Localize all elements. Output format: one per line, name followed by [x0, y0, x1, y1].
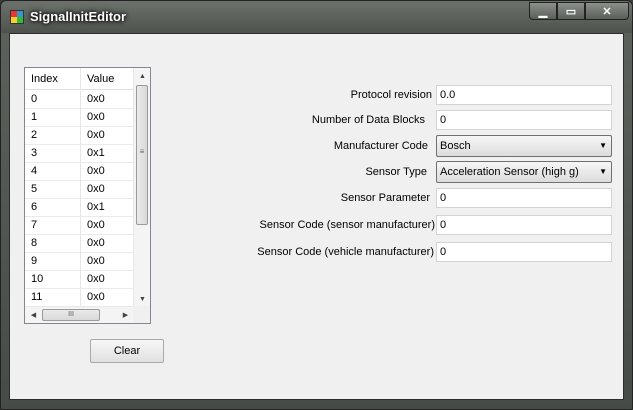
cell-value[interactable]: 0x0 [81, 109, 134, 126]
table-row[interactable]: 6 0x1 [25, 199, 134, 217]
chevron-down-icon[interactable]: ▼ [599, 136, 607, 156]
cell-value[interactable]: 0x0 [81, 289, 134, 306]
cell-index[interactable]: 10 [25, 271, 81, 288]
manufacturer-code-value: Bosch [440, 140, 471, 152]
scrollbar-corner [133, 306, 150, 323]
sensor-code-vehicle-field[interactable]: 0 [436, 242, 612, 262]
close-icon: ✕ [602, 5, 612, 18]
maximize-icon: ▭ [565, 5, 577, 18]
cell-value[interactable]: 0x0 [81, 235, 134, 252]
protocol-revision-label: Protocol revision [350, 89, 432, 101]
cell-index[interactable]: 3 [25, 145, 81, 162]
sensor-code-sensor-label: Sensor Code (sensor manufacturer) [259, 219, 435, 231]
table-row[interactable]: 10 0x0 [25, 271, 134, 289]
horizontal-scrollbar[interactable]: ◀ III ▶ [25, 306, 134, 323]
cell-index[interactable]: 5 [25, 181, 81, 198]
num-data-blocks-field[interactable]: 0 [436, 110, 612, 130]
cell-index[interactable]: 0 [25, 91, 81, 108]
main-window: SignalInitEditor ▁ ▭ ✕ Index Value 0 0x0 … [0, 0, 633, 410]
table-row[interactable]: 2 0x0 [25, 127, 134, 145]
sensor-type-label: Sensor Type [365, 166, 427, 178]
scroll-up-icon[interactable]: ▲ [134, 68, 150, 85]
horizontal-scroll-thumb[interactable]: III [42, 309, 100, 321]
maximize-button[interactable]: ▭ [557, 2, 585, 20]
table-row[interactable]: 8 0x0 [25, 235, 134, 253]
cell-index[interactable]: 4 [25, 163, 81, 180]
cell-value[interactable]: 0x0 [81, 91, 134, 108]
sensor-parameter-label: Sensor Parameter [340, 192, 430, 204]
cell-value[interactable]: 0x1 [81, 199, 134, 216]
cell-value[interactable]: 0x0 [81, 217, 134, 234]
sensor-type-value: Acceleration Sensor (high g) [440, 166, 579, 178]
cell-index[interactable]: 9 [25, 253, 81, 270]
chevron-down-icon[interactable]: ▼ [599, 162, 607, 182]
scroll-left-icon[interactable]: ◀ [25, 307, 42, 323]
client-area: Index Value 0 0x0 1 0x0 2 0x0 3 0x1 4 0x0 5 0x… [9, 33, 624, 400]
table-row[interactable]: 11 0x0 [25, 289, 134, 307]
cell-value[interactable]: 0x0 [81, 181, 134, 198]
manufacturer-code-select[interactable]: Bosch ▼ [436, 135, 612, 157]
protocol-revision-field[interactable]: 0.0 [436, 85, 612, 105]
cell-index[interactable]: 6 [25, 199, 81, 216]
cell-index[interactable]: 11 [25, 289, 81, 306]
grid-rows: 0 0x0 1 0x0 2 0x0 3 0x1 4 0x0 5 0x0 6 0x1 7 0x0 … [25, 91, 134, 307]
window-title: SignalInitEditor [30, 9, 127, 24]
sensor-code-sensor-field[interactable]: 0 [436, 215, 612, 235]
table-row[interactable]: 1 0x0 [25, 109, 134, 127]
cell-index[interactable]: 2 [25, 127, 81, 144]
num-data-blocks-label: Number of Data Blocks [311, 114, 425, 126]
table-row[interactable]: 4 0x0 [25, 163, 134, 181]
caption-buttons: ▁ ▭ ✕ [529, 2, 629, 22]
cell-index[interactable]: 7 [25, 217, 81, 234]
table-row[interactable]: 0 0x0 [25, 91, 134, 109]
cell-value[interactable]: 0x0 [81, 253, 134, 270]
header-index[interactable]: Index [25, 68, 81, 90]
scroll-grip-icon: ≡ [139, 147, 145, 156]
header-value[interactable]: Value [81, 68, 134, 90]
cell-value[interactable]: 0x0 [81, 163, 134, 180]
grid-header: Index Value [25, 68, 134, 90]
app-icon [10, 10, 24, 24]
cell-index[interactable]: 1 [25, 109, 81, 126]
vertical-scroll-thumb[interactable]: ≡ [136, 85, 148, 225]
close-button[interactable]: ✕ [585, 2, 629, 20]
scroll-right-icon[interactable]: ▶ [117, 307, 134, 323]
sensor-code-vehicle-label: Sensor Code (vehicle manufacturer) [257, 246, 434, 258]
table-row[interactable]: 3 0x1 [25, 145, 134, 163]
minimize-icon: ▁ [538, 5, 548, 18]
cell-index[interactable]: 8 [25, 235, 81, 252]
title-bar[interactable]: SignalInitEditor ▁ ▭ ✕ [1, 1, 632, 33]
cell-value[interactable]: 0x0 [81, 271, 134, 288]
signal-grid[interactable]: Index Value 0 0x0 1 0x0 2 0x0 3 0x1 4 0x0 5 0x… [24, 67, 151, 324]
manufacturer-code-label: Manufacturer Code [333, 140, 428, 152]
cell-value[interactable]: 0x0 [81, 127, 134, 144]
clear-button[interactable]: Clear [90, 339, 164, 363]
table-row[interactable]: 9 0x0 [25, 253, 134, 271]
table-row[interactable]: 7 0x0 [25, 217, 134, 235]
sensor-parameter-field[interactable]: 0 [436, 188, 612, 208]
minimize-button[interactable]: ▁ [529, 2, 557, 20]
sensor-type-select[interactable]: Acceleration Sensor (high g) ▼ [436, 161, 612, 183]
vertical-scrollbar[interactable]: ▲ ≡ ▼ [133, 68, 150, 308]
table-row[interactable]: 5 0x0 [25, 181, 134, 199]
cell-value[interactable]: 0x1 [81, 145, 134, 162]
